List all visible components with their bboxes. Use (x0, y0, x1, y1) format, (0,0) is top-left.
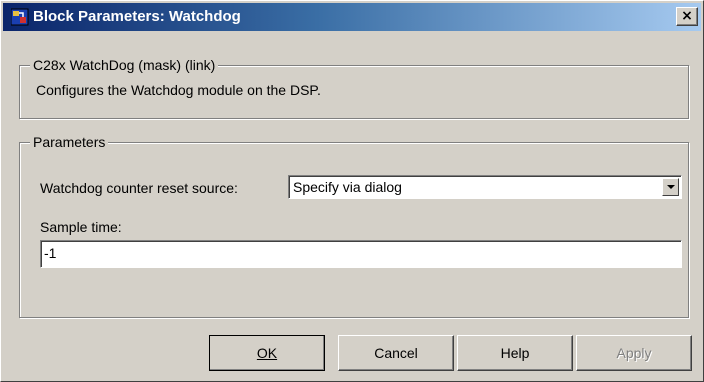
description-group: C28x WatchDog (mask) (link) Configures t… (19, 56, 689, 119)
apply-button-label: Apply (616, 345, 652, 361)
description-group-legend: C28x WatchDog (mask) (link) (30, 56, 219, 74)
apply-button[interactable]: Apply (576, 335, 692, 371)
simulink-block-icon (10, 8, 29, 26)
cancel-button-label: Cancel (374, 345, 418, 361)
title-bar[interactable]: Block Parameters: Watchdog × (3, 3, 701, 31)
reset-source-value: Specify via dialog (293, 179, 402, 195)
help-button[interactable]: Help (457, 335, 573, 371)
close-icon: × (681, 8, 693, 24)
chevron-down-icon[interactable] (662, 178, 679, 196)
block-description: Configures the Watchdog module on the DS… (36, 82, 321, 98)
ok-button-label: OK (256, 345, 278, 361)
sample-time-input[interactable]: -1 (40, 240, 682, 268)
block-parameters-dialog: Block Parameters: Watchdog × C28x WatchD… (0, 0, 704, 382)
reset-source-label: Watchdog counter reset source: (40, 180, 238, 196)
parameters-group-legend: Parameters (30, 133, 109, 151)
cancel-button[interactable]: Cancel (338, 335, 454, 371)
sample-time-label: Sample time: (40, 219, 122, 235)
close-button[interactable]: × (676, 7, 698, 26)
reset-source-select[interactable]: Specify via dialog (288, 175, 682, 199)
window-title: Block Parameters: Watchdog (33, 8, 241, 25)
ok-button[interactable]: OK (209, 335, 325, 371)
help-button-label: Help (500, 345, 530, 361)
parameters-group: Parameters Watchdog counter reset source… (19, 133, 689, 318)
